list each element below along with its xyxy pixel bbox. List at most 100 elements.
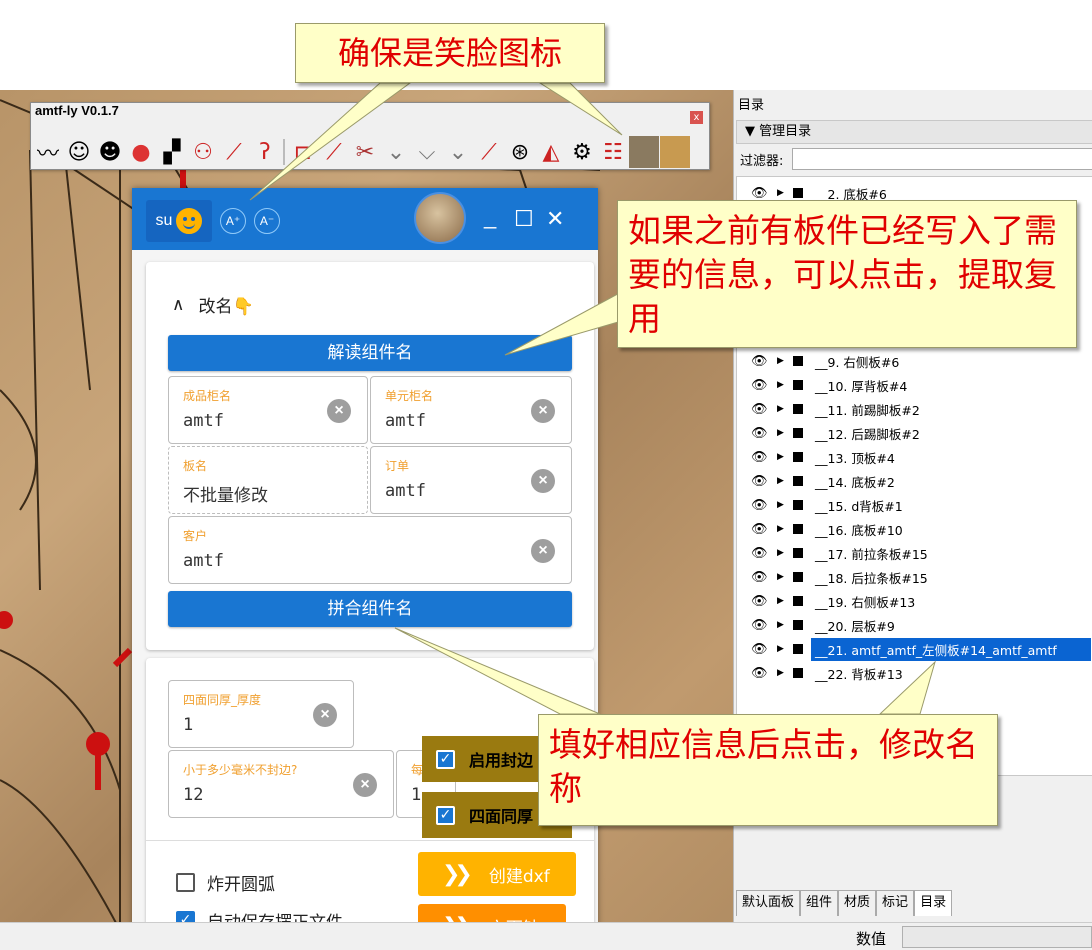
expand-arrow-icon[interactable]: ▶ xyxy=(777,644,789,654)
tree-item[interactable]: 👁 ▶ __14. 底板#2 xyxy=(751,470,899,492)
tree-item-selected[interactable]: 👁 ▶ __21. amtf_amtf_左侧板#14_amtf_amtf xyxy=(751,637,1091,661)
buddha-icon[interactable] xyxy=(660,136,690,168)
expand-arrow-icon[interactable]: ▶ xyxy=(777,668,789,678)
eye-icon[interactable]: 👁 xyxy=(751,546,771,561)
expand-arrow-icon[interactable]: ▶ xyxy=(777,188,789,198)
filter-input[interactable] xyxy=(792,148,1092,170)
tab-components[interactable]: 组件 xyxy=(800,890,839,916)
eye-icon[interactable]: 👁 xyxy=(751,666,771,681)
toolbar-close-button[interactable]: x xyxy=(690,111,703,124)
measurements-input[interactable] xyxy=(902,926,1092,948)
eye-icon[interactable]: 👁 xyxy=(751,450,771,465)
expand-arrow-icon[interactable]: ▶ xyxy=(777,620,789,630)
blocks-icon[interactable]: ▞ xyxy=(157,136,187,168)
angle-icon[interactable]: ⌵ xyxy=(412,136,442,168)
drill-icon[interactable]: ⊛ xyxy=(505,136,535,168)
eye-icon[interactable]: 👁 xyxy=(751,426,771,441)
clear-icon[interactable]: × xyxy=(313,703,337,727)
expand-arrow-icon[interactable]: ▶ xyxy=(777,548,789,558)
grin-icon[interactable]: ☻ xyxy=(95,136,125,168)
tomato-icon[interactable]: ● xyxy=(126,136,156,168)
expand-arrow-icon[interactable]: ▶ xyxy=(777,380,789,390)
knife-icon[interactable]: ◭ xyxy=(536,136,566,168)
minimize-icon[interactable]: _ xyxy=(484,204,496,230)
font-decrease-button[interactable]: A⁻ xyxy=(254,208,280,234)
tree-item[interactable]: 👁 ▶ __9. 右侧板#6 xyxy=(751,350,903,372)
clear-icon[interactable]: × xyxy=(531,399,555,423)
board-name-field[interactable]: 板名 不批量修改 xyxy=(168,446,368,514)
tree-item[interactable]: 👁 ▶ __16. 底板#10 xyxy=(751,518,907,540)
customer-field[interactable]: 客户 amtf × xyxy=(168,516,572,584)
expand-arrow-icon[interactable]: ▶ xyxy=(777,596,789,606)
clear-icon[interactable]: × xyxy=(353,773,377,797)
tree-item[interactable]: 👁 ▶ __11. 前踢脚板#2 xyxy=(751,398,924,420)
tree-item[interactable]: 👁 ▶ __17. 前拉条板#15 xyxy=(751,542,932,564)
eye-icon[interactable]: 👁 xyxy=(751,474,771,489)
su-smile-button[interactable]: su xyxy=(146,200,212,242)
tree-item[interactable]: 👁 ▶ __12. 后踢脚板#2 xyxy=(751,422,924,444)
expand-arrow-icon[interactable]: ▶ xyxy=(777,404,789,414)
no-seal-threshold-field[interactable]: 小于多少毫米不封边? 12 × xyxy=(168,750,394,818)
gear-icon[interactable]: ⚙ xyxy=(567,136,597,168)
photo-icon[interactable] xyxy=(629,136,659,168)
smile-icon[interactable]: ☺ xyxy=(64,136,94,168)
eye-icon[interactable]: 👁 xyxy=(751,618,771,633)
hook-icon[interactable]: ʔ xyxy=(250,136,280,168)
eye-icon[interactable]: 👁 xyxy=(751,402,771,417)
tab-default-tray[interactable]: 默认面板 xyxy=(736,890,801,916)
rename-section-header[interactable]: ∧ 改名👇 xyxy=(172,292,254,318)
manage-outliner-header[interactable]: ▼ 管理目录 xyxy=(736,120,1092,144)
expand-arrow-icon[interactable]: ▶ xyxy=(777,572,789,582)
maximize-icon[interactable]: ☐ xyxy=(514,206,534,232)
eye-icon[interactable]: 👁 xyxy=(751,522,771,537)
clear-icon[interactable]: × xyxy=(531,469,555,493)
tab-materials[interactable]: 材质 xyxy=(838,890,877,916)
field-value: 1 xyxy=(411,785,422,805)
bike-icon[interactable]: ⚇ xyxy=(188,136,218,168)
eye-icon[interactable]: 👁 xyxy=(751,570,771,585)
eye-icon[interactable]: 👁 xyxy=(751,186,771,201)
marker-icon[interactable]: ⟋ xyxy=(319,136,349,168)
tree-item[interactable]: 👁 ▶ __18. 后拉条板#15 xyxy=(751,566,932,588)
tree-item[interactable]: 👁 ▶ __19. 右侧板#13 xyxy=(751,590,919,612)
expand-arrow-icon[interactable]: ▶ xyxy=(777,476,789,486)
eye-icon[interactable]: 👁 xyxy=(751,354,771,369)
tab-outliner[interactable]: 目录 xyxy=(914,890,953,916)
expand-arrow-icon[interactable]: ▶ xyxy=(777,452,789,462)
eye-icon[interactable]: 👁 xyxy=(751,498,771,513)
font-increase-button[interactable]: A⁺ xyxy=(220,208,246,234)
pin-icon[interactable]: ⟋ xyxy=(219,136,249,168)
expand-arrow-icon[interactable]: ▶ xyxy=(777,524,789,534)
explode-arc-checkbox[interactable]: 炸开圆弧 xyxy=(176,870,275,895)
product-cabinet-field[interactable]: 成品柜名 amtf × xyxy=(168,376,368,444)
eye-icon[interactable]: 👁 xyxy=(751,378,771,393)
floor-icon[interactable]: ⌄ xyxy=(381,136,411,168)
light-icon[interactable]: ⌄ xyxy=(443,136,473,168)
close-icon[interactable]: ✕ xyxy=(546,206,564,232)
slope-icon[interactable]: ⟋ xyxy=(474,136,504,168)
decode-name-button[interactable]: 解读组件名 xyxy=(168,335,572,371)
tree-item[interactable]: 👁 ▶ __15. d背板#1 xyxy=(751,494,907,516)
tab-tags[interactable]: 标记 xyxy=(876,890,915,916)
cut-icon[interactable]: ✂ xyxy=(350,136,380,168)
clear-icon[interactable]: × xyxy=(327,399,351,423)
tree-item[interactable]: 👁 ▶ __13. 顶板#4 xyxy=(751,446,899,468)
component-icon xyxy=(793,620,803,630)
tree-item[interactable]: 👁 ▶ __10. 厚背板#4 xyxy=(751,374,911,396)
expand-arrow-icon[interactable]: ▶ xyxy=(777,500,789,510)
checklist-icon[interactable]: ☷ xyxy=(598,136,628,168)
clear-icon[interactable]: × xyxy=(531,539,555,563)
tree-item[interactable]: 👁 ▶ __20. 层板#9 xyxy=(751,614,899,636)
create-dxf-button[interactable]: ❯❯ 创建dxf xyxy=(418,852,576,896)
unit-cabinet-field[interactable]: 单元柜名 amtf × xyxy=(370,376,572,444)
bracket-icon[interactable]: ⊏ xyxy=(288,136,318,168)
tree-item[interactable]: 👁 ▶ __22. 背板#13 xyxy=(751,662,907,684)
expand-arrow-icon[interactable]: ▶ xyxy=(777,356,789,366)
eye-icon[interactable]: 👁 xyxy=(751,642,771,657)
eye-icon[interactable]: 👁 xyxy=(751,594,771,609)
thickness-field[interactable]: 四面同厚_厚度 1 × xyxy=(168,680,354,748)
expand-arrow-icon[interactable]: ▶ xyxy=(777,428,789,438)
order-field[interactable]: 订单 amtf × xyxy=(370,446,572,514)
face-icon[interactable]: 〰 xyxy=(33,136,63,168)
combine-name-button[interactable]: 拼合组件名 xyxy=(168,591,572,627)
